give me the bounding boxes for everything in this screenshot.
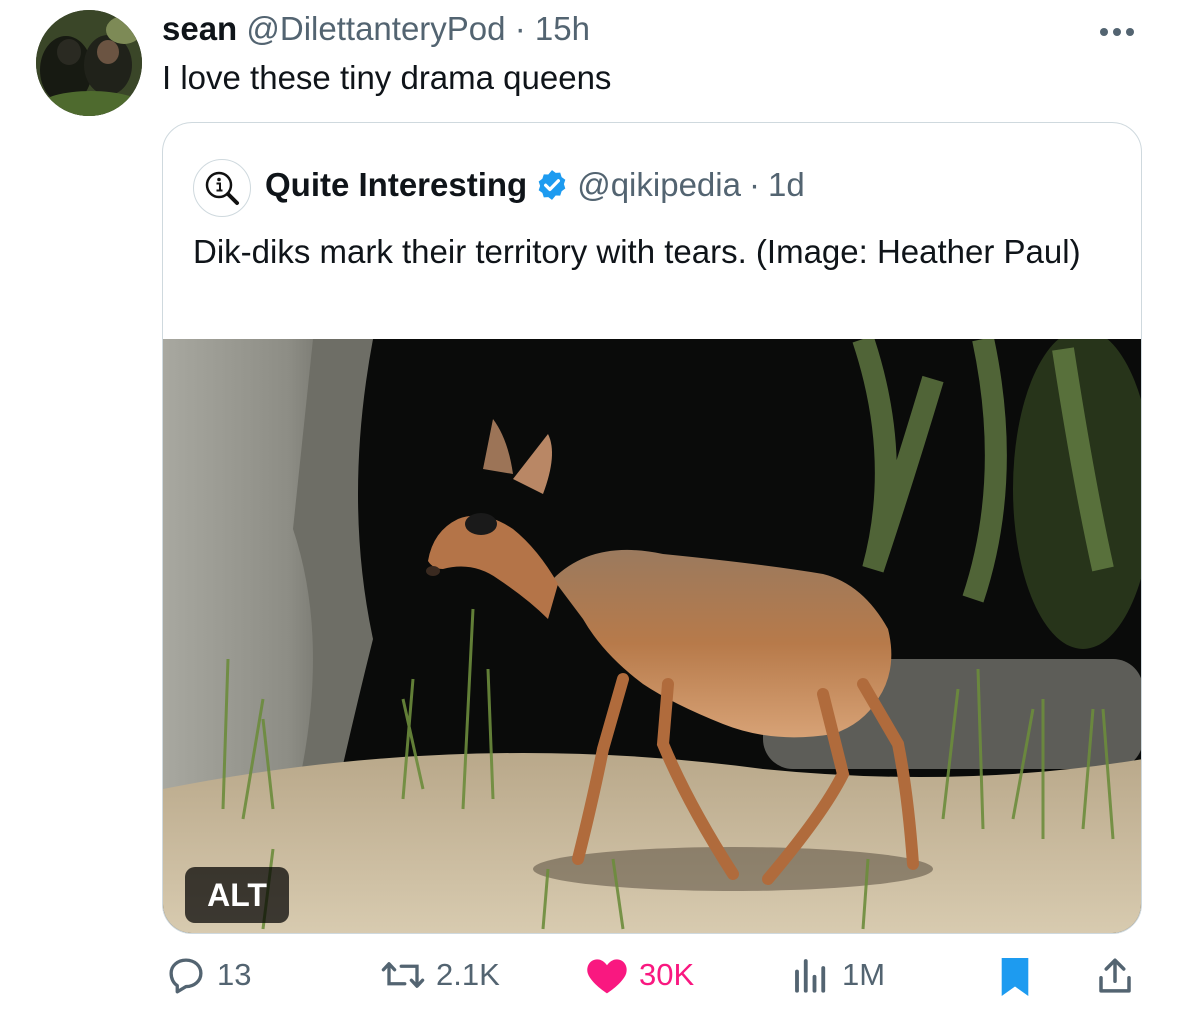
avatar-image	[36, 10, 142, 116]
share-icon	[1099, 958, 1131, 993]
repost-icon	[381, 962, 425, 988]
heart-filled-icon	[587, 959, 627, 994]
bookmark-button[interactable]	[996, 954, 1034, 1000]
repost-button[interactable]: 2.1K	[380, 954, 500, 996]
repost-count: 2.1K	[436, 957, 500, 992]
quoted-header: Quite Interesting @qikipedia · 1d	[265, 163, 805, 207]
views-button[interactable]: 1M	[790, 954, 885, 996]
author-name[interactable]: sean	[162, 10, 237, 47]
tweet-text: I love these tiny drama queens	[162, 59, 612, 96]
reply-count: 13	[217, 957, 252, 992]
views-count: 1M	[842, 957, 886, 992]
quoted-timestamp[interactable]: 1d	[768, 163, 805, 207]
like-button[interactable]: 30K	[585, 954, 694, 996]
magnifier-info-icon	[205, 171, 239, 205]
views-chart-icon	[795, 959, 826, 993]
tweet-actions-bar: 13 2.1K 30K 1M	[0, 946, 1179, 1018]
alt-text-button[interactable]: ALT	[185, 867, 289, 923]
bookmark-filled-icon	[1001, 958, 1029, 996]
more-dot-icon	[1126, 28, 1134, 36]
more-dot-icon	[1113, 28, 1121, 36]
quoted-author-name[interactable]: Quite Interesting	[265, 163, 527, 207]
like-count: 30K	[639, 957, 695, 992]
more-options-button[interactable]	[1093, 20, 1141, 44]
dik-dik-photo[interactable]	[163, 339, 1142, 934]
more-dot-icon	[1100, 28, 1108, 36]
separator-dot: ·	[514, 10, 526, 47]
quoted-tweet-text: Dik-diks mark their territory with tears…	[193, 233, 1081, 270]
tweet-header: sean @DilettanteryPod · 15h	[162, 8, 590, 50]
tweet-timestamp[interactable]: 15h	[535, 10, 590, 47]
share-button[interactable]	[1094, 954, 1136, 998]
tweet-avatar[interactable]	[36, 10, 142, 116]
verified-badge-icon[interactable]	[535, 168, 569, 202]
quoted-author-handle[interactable]: @qikipedia	[577, 163, 741, 207]
author-handle[interactable]: @DilettanteryPod	[246, 10, 505, 47]
quoted-tweet-card[interactable]: Quite Interesting @qikipedia · 1d Dik-di…	[162, 122, 1142, 934]
quoted-avatar[interactable]	[193, 159, 251, 217]
reply-icon	[169, 958, 203, 994]
reply-button[interactable]: 13	[165, 954, 251, 996]
separator-dot: ·	[748, 166, 760, 203]
